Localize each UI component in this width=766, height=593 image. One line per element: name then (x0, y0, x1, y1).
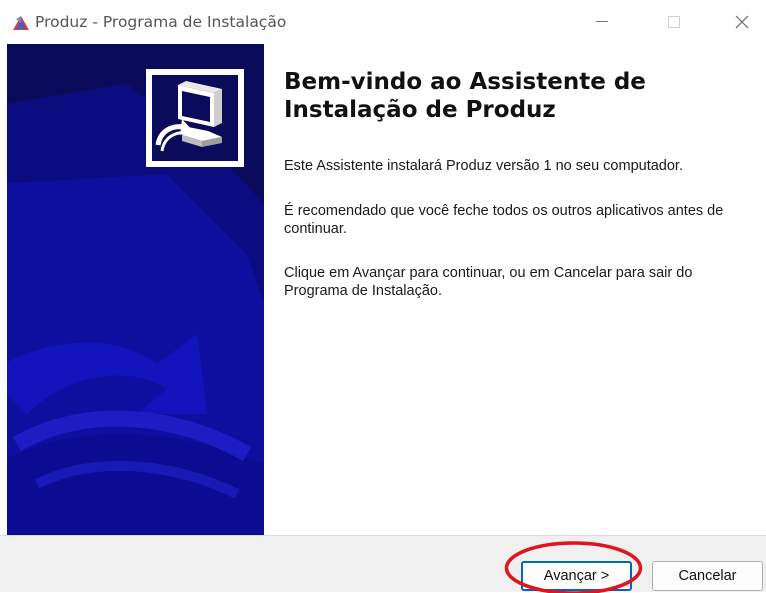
next-button[interactable]: Avançar > (521, 561, 632, 591)
computer-install-icon (155, 81, 222, 152)
maximize-button[interactable] (650, 0, 698, 44)
wizard-content: Bem-vindo ao Assistente de Instalação de… (264, 44, 766, 535)
cancel-button[interactable]: Cancelar (652, 561, 763, 591)
window-title: Produz - Programa de Instalação (35, 13, 287, 31)
wizard-side-panel (7, 44, 264, 535)
minimize-button[interactable] (578, 0, 626, 44)
minimize-icon (596, 21, 608, 22)
maximize-icon (668, 16, 680, 28)
close-icon (735, 15, 749, 29)
title-bar: Produz - Programa de Instalação (0, 0, 766, 44)
installer-logo (146, 69, 244, 167)
installer-app-icon (12, 15, 30, 31)
recommendation-text: É recomendado que você feche todos os ou… (284, 203, 724, 237)
instruction-text: Clique em Avançar para continuar, ou em … (284, 265, 693, 299)
wizard-footer: Avançar > Cancelar (0, 535, 766, 592)
welcome-heading: Bem-vindo ao Assistente de Instalação de… (284, 69, 646, 123)
close-button[interactable] (718, 0, 766, 44)
intro-text: Este Assistente instalará Produz versão … (284, 158, 683, 174)
